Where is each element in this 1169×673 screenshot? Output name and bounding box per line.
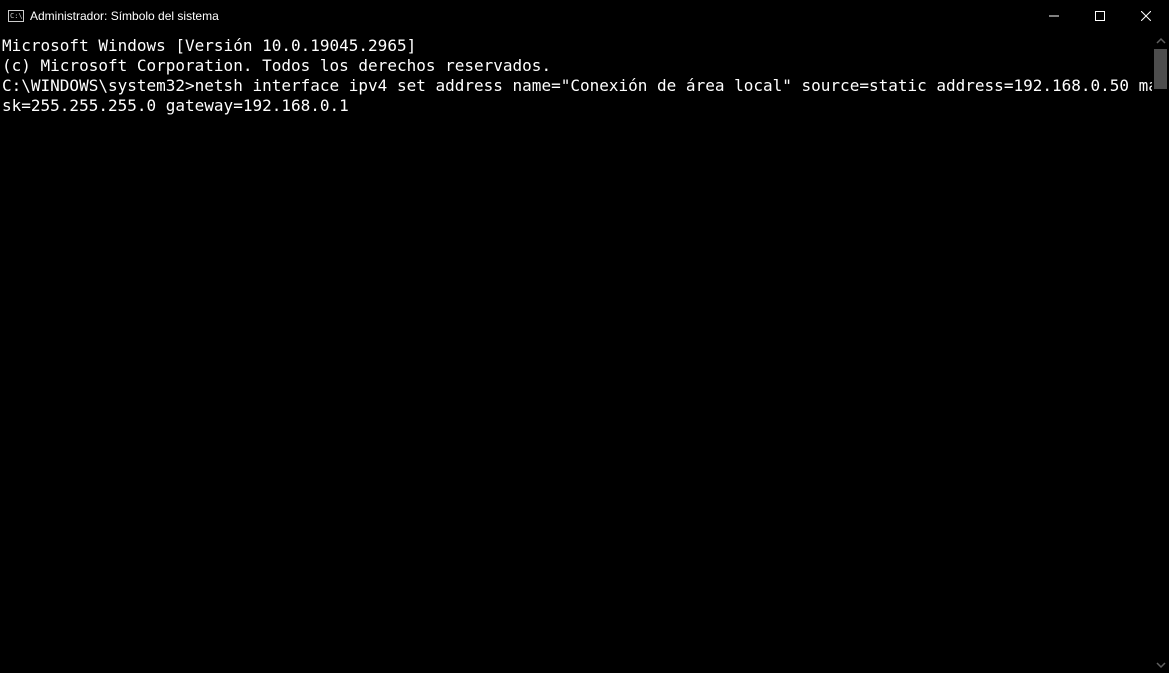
titlebar[interactable]: C:\ Administrador: Símbolo del sistema [0,0,1169,32]
scroll-up-button[interactable] [1152,32,1169,49]
window-controls [1031,0,1169,32]
window-title: Administrador: Símbolo del sistema [30,9,219,23]
banner-line: Microsoft Windows [Versión 10.0.19045.29… [2,36,1167,56]
prompt: C:\WINDOWS\system32> [2,76,195,95]
svg-text:C:\: C:\ [10,12,23,20]
vertical-scrollbar[interactable] [1152,32,1169,673]
scroll-down-button[interactable] [1152,656,1169,673]
close-button[interactable] [1123,0,1169,32]
console-window: C:\ Administrador: Símbolo del sistema M… [0,0,1169,673]
scroll-track[interactable] [1152,49,1169,656]
maximize-button[interactable] [1077,0,1123,32]
cmd-icon: C:\ [8,8,24,24]
banner-line: (c) Microsoft Corporation. Todos los der… [2,56,1167,76]
minimize-button[interactable] [1031,0,1077,32]
terminal-output[interactable]: Microsoft Windows [Versión 10.0.19045.29… [0,32,1169,673]
command-line: C:\WINDOWS\system32>netsh interface ipv4… [2,76,1167,116]
scroll-thumb[interactable] [1154,49,1167,89]
